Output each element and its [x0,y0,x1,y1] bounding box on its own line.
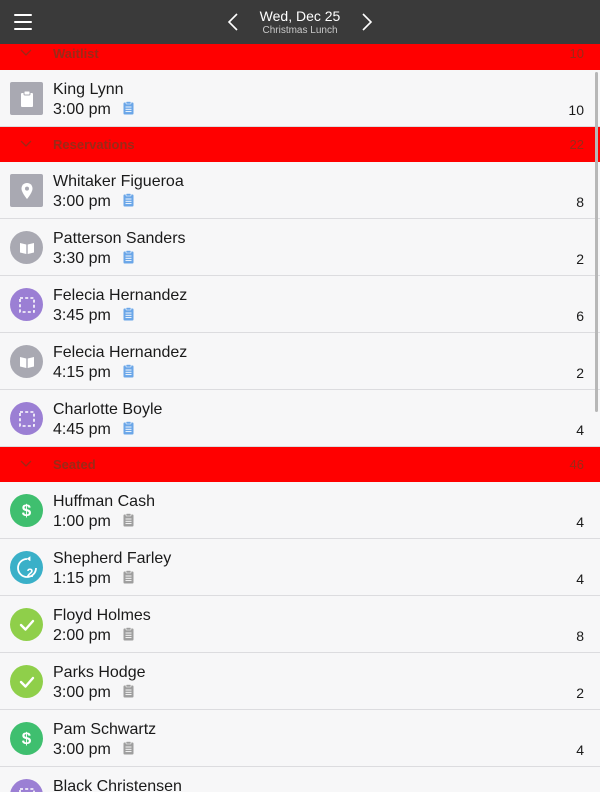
note-icon[interactable] [123,101,134,115]
clipboard-icon [10,82,43,115]
hamburger-icon[interactable] [14,14,32,30]
chevron-right-icon[interactable] [360,12,374,32]
section-header-reservations[interactable]: Reservations 22 [0,127,600,162]
chevron-down-icon[interactable] [20,49,32,57]
guest-name: King Lynn [53,81,124,98]
note-icon[interactable] [123,741,134,755]
section-header-seated[interactable]: Seated 46 [0,447,600,482]
list-item[interactable]: King Lynn 3:00 pm 10 [0,70,600,127]
guest-name: Huffman Cash [53,493,155,510]
refresh-two-icon: 2 [10,551,43,584]
app-window: Wed, Dec 25 Christmas Lunch Waitlist 10 Ki… [0,0,600,792]
reservation-time: 2:00 pm [53,627,111,644]
list-item[interactable]: Parks Hodge 3:00 pm 2 [0,653,600,710]
reservation-time: 1:15 pm [53,570,111,587]
reservation-time: 4:15 pm [53,364,111,381]
note-icon[interactable] [123,307,134,321]
list-item[interactable]: $ Pam Schwartz 3:00 pm 4 [0,710,600,767]
dollar-icon: $ [10,494,43,527]
party-size: 4 [576,742,584,758]
dashed-square-icon [10,288,43,321]
guest-name: Black Christensen [53,778,182,792]
party-size: 4 [576,514,584,530]
guest-name: Patterson Sanders [53,230,186,247]
party-size: 4 [576,422,584,438]
party-size: 8 [576,194,584,210]
party-size: 10 [568,102,584,118]
reservation-time: 3:30 pm [53,250,111,267]
section-title: Waitlist [53,46,99,61]
guest-name: Pam Schwartz [53,721,157,738]
svg-text:2: 2 [26,566,33,580]
guest-name: Felecia Hernandez [53,344,188,361]
reservation-time: 3:00 pm [53,193,111,210]
list-item[interactable]: $ Huffman Cash 1:00 pm 4 [0,482,600,539]
section-count: 22 [569,137,584,152]
section-title: Reservations [53,137,135,152]
check-icon [10,608,43,641]
guest-name: Whitaker Figueroa [53,173,184,190]
scrollbar[interactable] [595,72,598,412]
top-bar: Wed, Dec 25 Christmas Lunch [0,0,600,44]
reservation-time: 3:00 pm [53,684,111,701]
party-size: 8 [576,628,584,644]
note-icon[interactable] [123,627,134,641]
note-icon[interactable] [123,513,134,527]
party-size: 2 [576,251,584,267]
note-icon[interactable] [123,364,134,378]
book-icon [10,231,43,264]
list-item[interactable]: Floyd Holmes 2:00 pm 8 [0,596,600,653]
list-item[interactable]: Patterson Sanders 3:30 pm 2 [0,219,600,276]
dollar-icon: $ [10,722,43,755]
reservation-time: 4:45 pm [53,421,111,438]
guest-name: Shepherd Farley [53,550,172,567]
note-icon[interactable] [123,684,134,698]
list-item[interactable]: Felecia Hernandez 4:15 pm 2 [0,333,600,390]
list-item[interactable]: Felecia Hernandez 3:45 pm 6 [0,276,600,333]
book-icon [10,345,43,378]
list-item[interactable]: 2 Shepherd Farley 1:15 pm 4 [0,539,600,596]
note-icon[interactable] [123,570,134,584]
reservation-time: 3:00 pm [53,741,111,758]
party-size: 2 [576,685,584,701]
reservation-time: 3:45 pm [53,307,111,324]
note-icon[interactable] [123,193,134,207]
note-icon[interactable] [123,421,134,435]
list-item[interactable]: Black Christensen [0,767,600,792]
party-size: 2 [576,365,584,381]
dashed-square-icon [10,779,43,792]
list-item[interactable]: Whitaker Figueroa 3:00 pm 8 [0,162,600,219]
pin-icon [10,174,43,207]
section-count: 10 [569,46,584,61]
party-size: 6 [576,308,584,324]
note-icon[interactable] [123,250,134,264]
guest-name: Parks Hodge [53,664,146,681]
guest-list[interactable]: Waitlist 10 King Lynn 3:00 pm 10 Reservations… [0,44,600,792]
list-item[interactable]: Charlotte Boyle 4:45 pm 4 [0,390,600,447]
guest-name: Charlotte Boyle [53,401,163,418]
dashed-square-icon [10,402,43,435]
chevron-down-icon[interactable] [20,140,32,148]
chevron-down-icon[interactable] [20,460,32,468]
reservation-time: 1:00 pm [53,513,111,530]
check-icon [10,665,43,698]
guest-name: Felecia Hernandez [53,287,188,304]
section-header-waitlist[interactable]: Waitlist 10 [0,44,600,70]
section-count: 46 [569,457,584,472]
guest-name: Floyd Holmes [53,607,151,624]
party-size: 4 [576,571,584,587]
reservation-time: 3:00 pm [53,101,111,118]
section-title: Seated [53,457,96,472]
